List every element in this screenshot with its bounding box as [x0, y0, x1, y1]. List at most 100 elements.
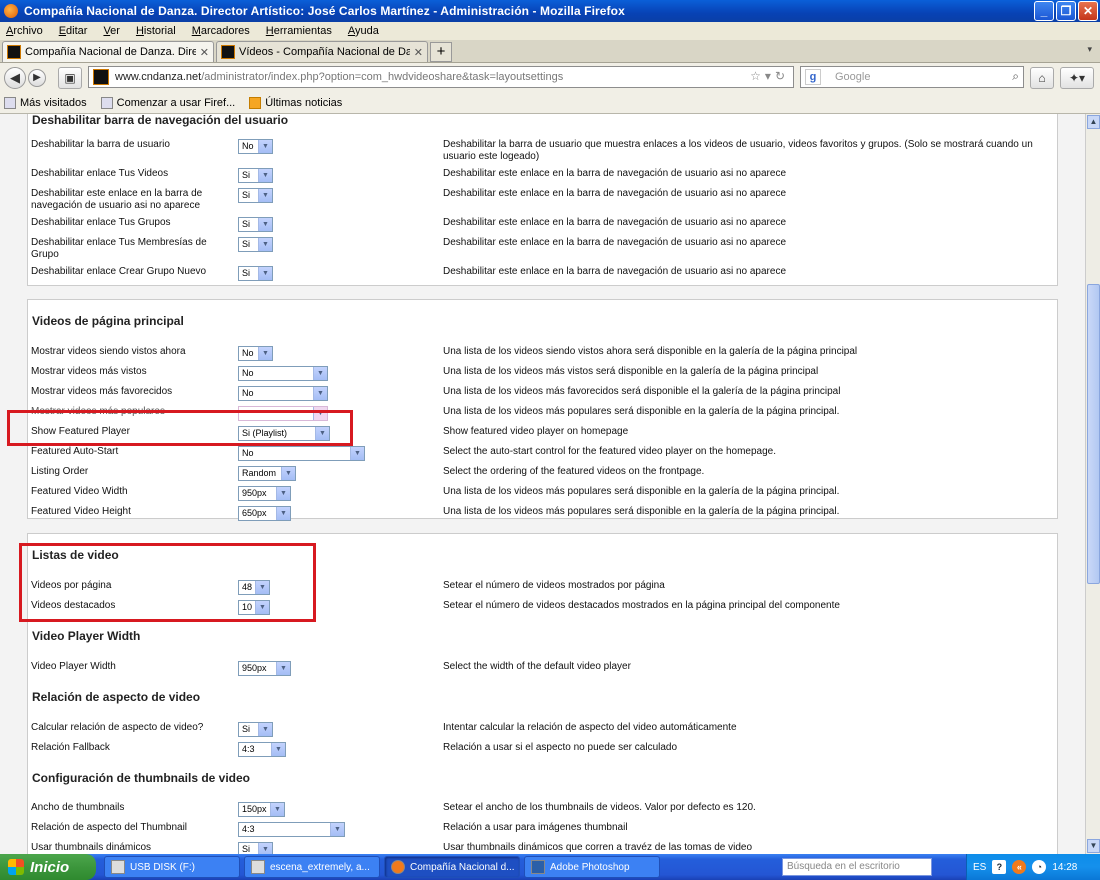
- select-value: Si: [242, 190, 251, 200]
- row-select[interactable]: No ▼: [238, 446, 365, 461]
- addon-button[interactable]: ✦▾: [1060, 67, 1094, 89]
- row-description: Setear el número de videos destacados mo…: [443, 600, 840, 611]
- firefox-icon: [4, 4, 18, 18]
- row-description: Deshabilitar este enlace en la barra de …: [443, 237, 787, 248]
- back-button[interactable]: ◀: [4, 66, 26, 89]
- scrollbar-thumb[interactable]: [1087, 284, 1100, 584]
- row-select[interactable]: 4:3 ▼: [238, 822, 345, 837]
- chevron-down-icon: ▼: [258, 347, 272, 360]
- row-select[interactable]: 4:3 ▼: [238, 742, 286, 757]
- search-placeholder: Búsqueda en el escritorio: [787, 861, 900, 872]
- tab-close-icon[interactable]: ✕: [200, 46, 209, 59]
- row-description: Una lista de los videos más vistos será …: [443, 366, 819, 377]
- menu-editar[interactable]: Editar: [59, 25, 88, 37]
- row-select[interactable]: 950px ▼: [238, 486, 291, 501]
- search-icon[interactable]: ⌕: [1012, 69, 1019, 84]
- url-bar[interactable]: www.cndanza.net /administrator/index.php…: [88, 66, 794, 88]
- row-select[interactable]: Random ▼: [238, 466, 296, 481]
- identity-button[interactable]: ▣: [58, 66, 82, 89]
- row-select[interactable]: Si ▼: [238, 188, 273, 203]
- menu-marcadores[interactable]: Marcadores: [192, 25, 250, 37]
- tab-label: Compañía Nacional de Danza. Director Ar.…: [25, 46, 196, 58]
- row-select[interactable]: Si ▼: [238, 842, 273, 854]
- bookmark-label: Comenzar a usar Firef...: [116, 96, 236, 109]
- window-title: Compañía Nacional de Danza. Director Art…: [24, 4, 625, 18]
- row-select[interactable]: Si ▼: [238, 237, 273, 252]
- row-select[interactable]: Si ▼: [238, 722, 273, 737]
- select-value: 950px: [242, 488, 267, 498]
- desktop-search-input[interactable]: Búsqueda en el escritorio: [782, 858, 932, 876]
- maximize-button[interactable]: ❐: [1056, 1, 1076, 21]
- taskbar-item-escena[interactable]: escena_extremely, a...: [244, 856, 380, 878]
- section-title: Configuración de thumbnails de video: [32, 771, 251, 785]
- chevron-down-icon: ▼: [313, 387, 327, 400]
- settings-row: Ancho de thumbnails 150px ▼ Setear el anc…: [31, 800, 1056, 820]
- taskbar-item-firefox[interactable]: Compañía Nacional d...: [384, 856, 520, 878]
- bookmark-star-icon[interactable]: ☆▾↻: [750, 69, 789, 83]
- row-select[interactable]: Si ▼: [238, 217, 273, 232]
- row-select[interactable]: 950px ▼: [238, 661, 291, 676]
- window-title-bar: Compañía Nacional de Danza. Director Art…: [0, 0, 1100, 22]
- row-select[interactable]: No ▼: [238, 386, 328, 401]
- row-label: Relación de aspecto del Thumbnail: [31, 822, 188, 833]
- menu-ver[interactable]: Ver: [103, 25, 120, 37]
- chevron-down-icon: ▼: [330, 823, 344, 836]
- row-select[interactable]: Si ▼: [238, 266, 273, 281]
- close-button[interactable]: ✕: [1078, 1, 1098, 21]
- forward-button[interactable]: ▶: [28, 68, 46, 87]
- menu-historial[interactable]: Historial: [136, 25, 176, 37]
- row-select[interactable]: Si ▼: [238, 168, 273, 183]
- settings-row: Mostrar videos siendo vistos ahora No ▼ U…: [31, 344, 1056, 364]
- bookmark-ultimas-noticias[interactable]: Últimas noticias: [249, 96, 343, 109]
- select-value: Si: [242, 239, 251, 249]
- menu-archivo[interactable]: Archivo: [6, 25, 43, 37]
- chevron-down-icon: ▼: [258, 267, 272, 280]
- row-description: Deshabilitar este enlace en la barra de …: [443, 168, 787, 179]
- row-label: Mostrar videos más favorecidos: [31, 386, 173, 397]
- volume-icon[interactable]: ◔: [1032, 860, 1047, 874]
- drive-icon: [111, 860, 125, 874]
- settings-row: Mostrar videos más vistos No ▼ Una lista …: [31, 364, 1056, 384]
- section-title: Relación de aspecto de video: [32, 690, 201, 704]
- photoshop-icon: [531, 860, 545, 874]
- row-select[interactable]: No ▼: [238, 346, 273, 361]
- bookmark-label: Últimas noticias: [265, 96, 343, 109]
- vertical-scrollbar[interactable]: ▲ ▼: [1085, 114, 1100, 854]
- row-select[interactable]: No ▼: [238, 366, 328, 381]
- language-indicator[interactable]: ES: [973, 862, 986, 873]
- scroll-up-icon[interactable]: ▲: [1087, 115, 1100, 129]
- bookmark-mas-visitados[interactable]: Más visitados: [4, 96, 87, 109]
- new-tab-button[interactable]: +: [430, 42, 452, 62]
- menu-ayuda[interactable]: Ayuda: [348, 25, 379, 37]
- select-value: 650px: [242, 508, 267, 518]
- taskbar-item-usb[interactable]: USB DISK (F:): [104, 856, 240, 878]
- site-favicon-icon: [93, 69, 109, 85]
- help-icon[interactable]: ?: [992, 860, 1007, 874]
- taskbar-item-photoshop[interactable]: Adobe Photoshop: [524, 856, 660, 878]
- panel-user-navigation: Deshabilitar barra de navegación del usu…: [27, 114, 1058, 286]
- row-description: Una lista de los videos más populares se…: [443, 486, 840, 497]
- row-select[interactable]: 150px ▼: [238, 802, 285, 817]
- row-description: Una lista de los videos más populares se…: [443, 406, 840, 417]
- tab-close-icon[interactable]: ✕: [414, 46, 423, 59]
- row-label: Relación Fallback: [31, 742, 110, 753]
- menu-herramientas[interactable]: Herramientas: [266, 25, 332, 37]
- tab-cnd-videos[interactable]: Vídeos - Compañía Nacional de Danza. Di.…: [216, 41, 428, 62]
- rss-icon: [249, 96, 262, 109]
- minimize-button[interactable]: _: [1034, 1, 1054, 21]
- row-select[interactable]: 650px ▼: [238, 506, 291, 521]
- start-button[interactable]: Inicio: [0, 854, 96, 880]
- search-input[interactable]: g Google ⌕: [800, 66, 1024, 88]
- scroll-down-icon[interactable]: ▼: [1087, 839, 1100, 853]
- tab-list-chevron-icon[interactable]: ▾: [1087, 44, 1092, 55]
- network-icon[interactable]: «: [1012, 860, 1027, 874]
- row-label: Deshabilitar enlace Tus Videos: [31, 168, 169, 179]
- tab-cnd-admin[interactable]: Compañía Nacional de Danza. Director Ar.…: [2, 41, 214, 62]
- home-button[interactable]: ⌂: [1030, 67, 1054, 89]
- row-description: Usar thumbnails dinámicos que corren a t…: [443, 842, 753, 853]
- chevron-down-icon: ▼: [258, 189, 272, 202]
- row-select[interactable]: No ▼: [238, 139, 273, 154]
- site-favicon-icon: [221, 45, 235, 59]
- bookmark-comenzar[interactable]: Comenzar a usar Firef...: [100, 96, 236, 109]
- row-label: Ancho de thumbnails: [31, 802, 125, 813]
